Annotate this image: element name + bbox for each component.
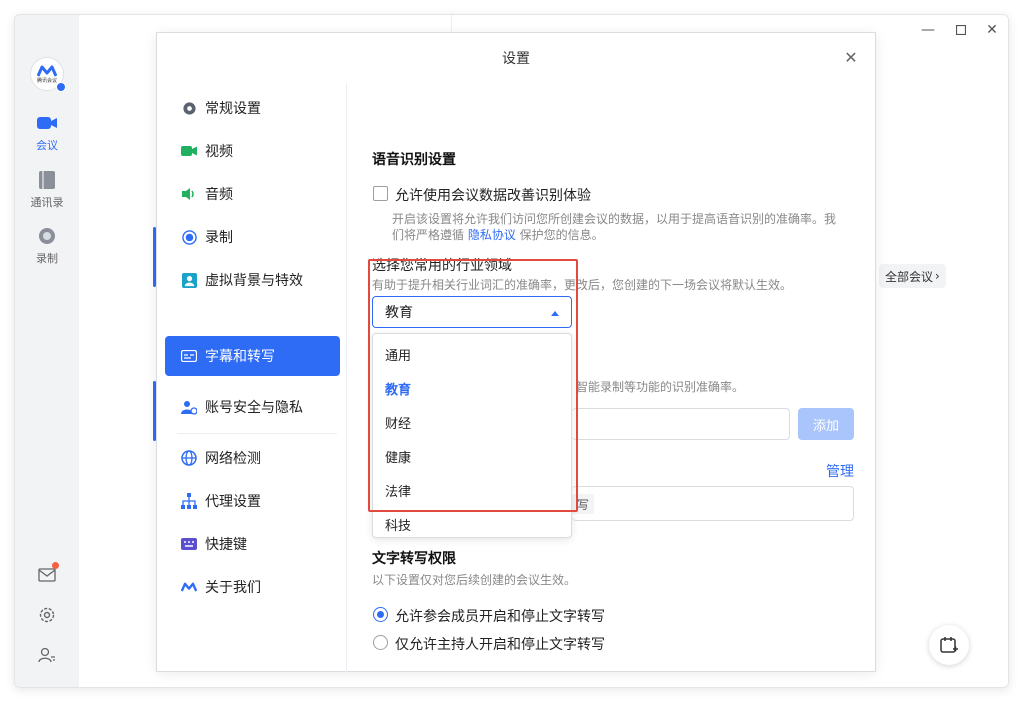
option-finance[interactable]: 财经 — [373, 405, 571, 439]
maximize-icon[interactable] — [950, 19, 972, 41]
custom-words-description: 智能录制等功能的识别准确率。 — [576, 380, 745, 394]
schedule-meeting-button[interactable] — [929, 625, 969, 665]
rail-item-recordings[interactable]: 录制 — [15, 226, 79, 266]
video-camera-icon — [181, 143, 197, 159]
keyboard-icon — [181, 536, 197, 552]
record-icon — [181, 229, 197, 245]
checkbox-description-line1: 开启该设置将允许我们访问您所创建会议的数据，以用于提高语音识别的准确率。我 — [392, 212, 837, 226]
sidebar-label: 录制 — [205, 230, 233, 246]
privacy-policy-link[interactable]: 隐私协议 — [468, 228, 516, 242]
word-tag-chip[interactable]: 写 — [572, 494, 594, 514]
all-meetings-label: 全部会议 — [885, 269, 934, 284]
rail-label-meetings: 会议 — [36, 139, 58, 152]
sidebar-item-network-test[interactable]: 网络检测 — [165, 438, 340, 478]
desc-suffix: 保护您的信息。 — [515, 228, 604, 242]
sidebar-label: 快捷键 — [205, 537, 247, 553]
word-tag-area: 写 — [572, 486, 854, 521]
video-camera-icon — [37, 113, 57, 133]
network-tree-icon — [181, 493, 197, 509]
caption-icon — [181, 348, 197, 364]
dialog-title: 设置 — [502, 51, 530, 67]
radio-host-only[interactable] — [373, 635, 388, 650]
speaker-icon — [181, 186, 197, 202]
option-technology[interactable]: 科技 — [373, 507, 571, 541]
sidebar-label: 代理设置 — [205, 494, 261, 510]
calendar-add-icon — [940, 637, 958, 653]
sidebar-item-recording[interactable]: 录制 — [165, 217, 340, 257]
rail-label-contacts: 通讯录 — [30, 196, 64, 209]
caret-up-icon — [551, 311, 559, 316]
globe-icon — [181, 450, 197, 466]
user-switch-icon[interactable] — [37, 645, 57, 665]
sidebar-label: 网络检测 — [205, 451, 261, 467]
checkbox-label: 允许使用会议数据改善识别体验 — [395, 188, 591, 204]
sidebar-label: 关于我们 — [205, 580, 261, 596]
dialog-close-icon[interactable]: ✕ — [841, 47, 861, 67]
sidebar-item-virtual-background[interactable]: 虚拟背景与特效 — [165, 260, 340, 300]
radio-label-allow-attendees: 允许参会成员开启和停止文字转写 — [395, 609, 605, 625]
sidebar-item-video[interactable]: 视频 — [165, 131, 340, 171]
select-value: 教育 — [385, 305, 413, 321]
chevron-right-icon: › — [935, 269, 940, 283]
settings-content: 语音识别设置 允许使用会议数据改善识别体验 开启该设置将允许我们访问您所创建会议… — [348, 83, 876, 673]
sidebar-item-proxy[interactable]: 代理设置 — [165, 481, 340, 521]
sidebar-label: 音频 — [205, 187, 233, 203]
rail-item-meetings[interactable]: 会议 — [15, 113, 79, 153]
section-title-speech-recognition: 语音识别设置 — [372, 152, 456, 168]
close-window-icon[interactable]: ✕ — [981, 19, 1003, 41]
option-general[interactable]: 通用 — [373, 337, 571, 371]
industry-dropdown: 通用 教育 财经 健康 法律 科技 — [372, 333, 572, 538]
user-shield-icon — [181, 399, 197, 415]
mail-icon[interactable] — [37, 562, 59, 585]
industry-select[interactable]: 教育 — [372, 296, 572, 328]
portrait-icon — [181, 272, 197, 288]
desc-prefix: 们将严格遵循 — [392, 228, 468, 242]
section-title-transcription-permission: 文字转写权限 — [372, 551, 456, 567]
sidebar-item-general[interactable]: 常规设置 — [165, 88, 340, 128]
record-icon — [37, 226, 57, 246]
option-law[interactable]: 法律 — [373, 473, 571, 507]
notification-dot — [52, 562, 59, 569]
brand-logo-icon — [181, 579, 197, 595]
settings-dialog: 设置 ✕ 常规设置 视频 音频 录制 虚拟背景与特效 字幕和转写 账号安全与隐私… — [156, 32, 876, 673]
sidebar-label: 字幕和转写 — [205, 349, 275, 365]
industry-title: 选择您常用的行业领域 — [372, 258, 512, 274]
contacts-book-icon — [37, 170, 57, 190]
radio-label-host-only: 仅允许主持人开启和停止文字转写 — [395, 637, 605, 653]
settings-gear-icon[interactable] — [37, 605, 57, 625]
gear-icon — [181, 100, 197, 116]
radio-allow-attendees[interactable] — [373, 607, 388, 622]
sidebar-divider — [177, 433, 337, 434]
minimize-icon[interactable]: — — [917, 19, 939, 41]
settings-sidebar: 常规设置 视频 音频 录制 虚拟背景与特效 字幕和转写 账号安全与隐私 网络检测… — [157, 83, 347, 673]
app-window: 腾讯会议 会议 通讯录 录制 — ✕ 全部会议 › 设置 ✕ 常规设置 视频 音… — [14, 14, 1009, 688]
logo-text: 腾讯会议 — [36, 77, 57, 84]
sidebar-label: 账号安全与隐私 — [205, 400, 303, 416]
all-meetings-button[interactable]: 全部会议 › — [879, 264, 946, 288]
sidebar-item-shortcuts[interactable]: 快捷键 — [165, 524, 340, 564]
option-education[interactable]: 教育 — [373, 371, 571, 405]
sidebar-label: 视频 — [205, 144, 233, 160]
checkbox-description-line2: 们将严格遵循 隐私协议 保护您的信息。 — [392, 227, 604, 243]
rail-label-recordings: 录制 — [36, 252, 58, 265]
brand-logo-icon — [37, 65, 57, 77]
rail-item-contacts[interactable]: 通讯录 — [15, 170, 79, 210]
transcription-permission-description: 以下设置仅对您后续创建的会议生效。 — [372, 573, 577, 587]
improve-recognition-checkbox[interactable] — [373, 186, 388, 201]
account-badge — [56, 82, 66, 92]
sidebar-item-about[interactable]: 关于我们 — [165, 567, 340, 607]
app-logo[interactable]: 腾讯会议 — [30, 57, 66, 92]
sidebar-label: 常规设置 — [205, 101, 261, 117]
option-health[interactable]: 健康 — [373, 439, 571, 473]
add-button[interactable]: 添加 — [798, 408, 854, 440]
industry-description: 有助于提升相关行业词汇的准确率，更改后，您创建的下一场会议将默认生效。 — [372, 278, 793, 292]
manage-link[interactable]: 管理 — [826, 461, 854, 481]
sidebar-item-captions[interactable]: 字幕和转写 — [165, 336, 340, 376]
left-rail: 腾讯会议 会议 通讯录 录制 — [15, 15, 79, 687]
sidebar-item-account-security[interactable]: 账号安全与隐私 — [165, 387, 340, 427]
sidebar-item-audio[interactable]: 音频 — [165, 174, 340, 214]
custom-word-input[interactable] — [572, 408, 790, 440]
sidebar-label: 虚拟背景与特效 — [205, 273, 303, 289]
